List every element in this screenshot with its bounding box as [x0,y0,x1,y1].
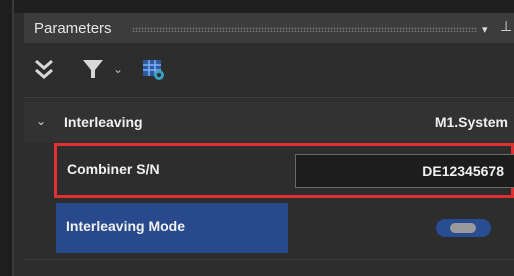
property-label: Interleaving Mode [66,218,186,234]
panel-titlebar: Parameters ▾ ⊥ [24,13,514,43]
titlebar-grip[interactable] [132,27,477,32]
combiner-sn-field[interactable]: DE12345678 [295,154,514,188]
table-settings-button[interactable] [138,55,168,83]
left-edge [0,0,12,276]
combiner-sn-value: DE12345678 [422,163,504,179]
filter-icon [83,60,103,78]
collapse-all-button[interactable] [30,55,58,83]
property-label-cell[interactable]: Interleaving Mode [56,203,288,253]
group-row-interleaving[interactable]: ⌄ Interleaving M1.System [24,102,514,142]
property-row-interleaving-mode[interactable]: Interleaving Mode [56,203,514,253]
table-settings-icon [143,60,164,80]
toggle-knob [450,223,476,233]
property-row-combiner-sn[interactable]: Combiner S/N DE12345678 [54,143,514,198]
panel-title: Parameters [34,20,112,37]
filter-button[interactable] [78,55,108,83]
group-value: M1.System [434,114,508,130]
group-name: Interleaving [64,114,143,130]
filter-dropdown-button[interactable]: ⌄ [108,55,128,83]
chevron-double-down-icon [35,59,53,79]
panel-menu-dropdown-icon[interactable]: ▾ [482,23,488,36]
divider [24,259,514,260]
pin-icon[interactable]: ⊥ [500,18,512,35]
property-value-cell [288,203,514,253]
top-strip [0,0,514,13]
expand-chevron-icon[interactable]: ⌄ [36,114,46,128]
interleaving-mode-toggle[interactable] [436,219,491,237]
left-edge-divider [12,0,14,276]
parameters-panel: Parameters ▾ ⊥ ⌄ ⌄ Interleaving M1.Syste… [24,13,514,276]
parameters-window: Parameters ▾ ⊥ ⌄ ⌄ Interleaving M1.Syste… [0,0,514,276]
chevron-down-icon: ⌄ [112,62,124,76]
panel-toolbar: ⌄ [24,43,514,98]
property-label: Combiner S/N [67,161,160,177]
